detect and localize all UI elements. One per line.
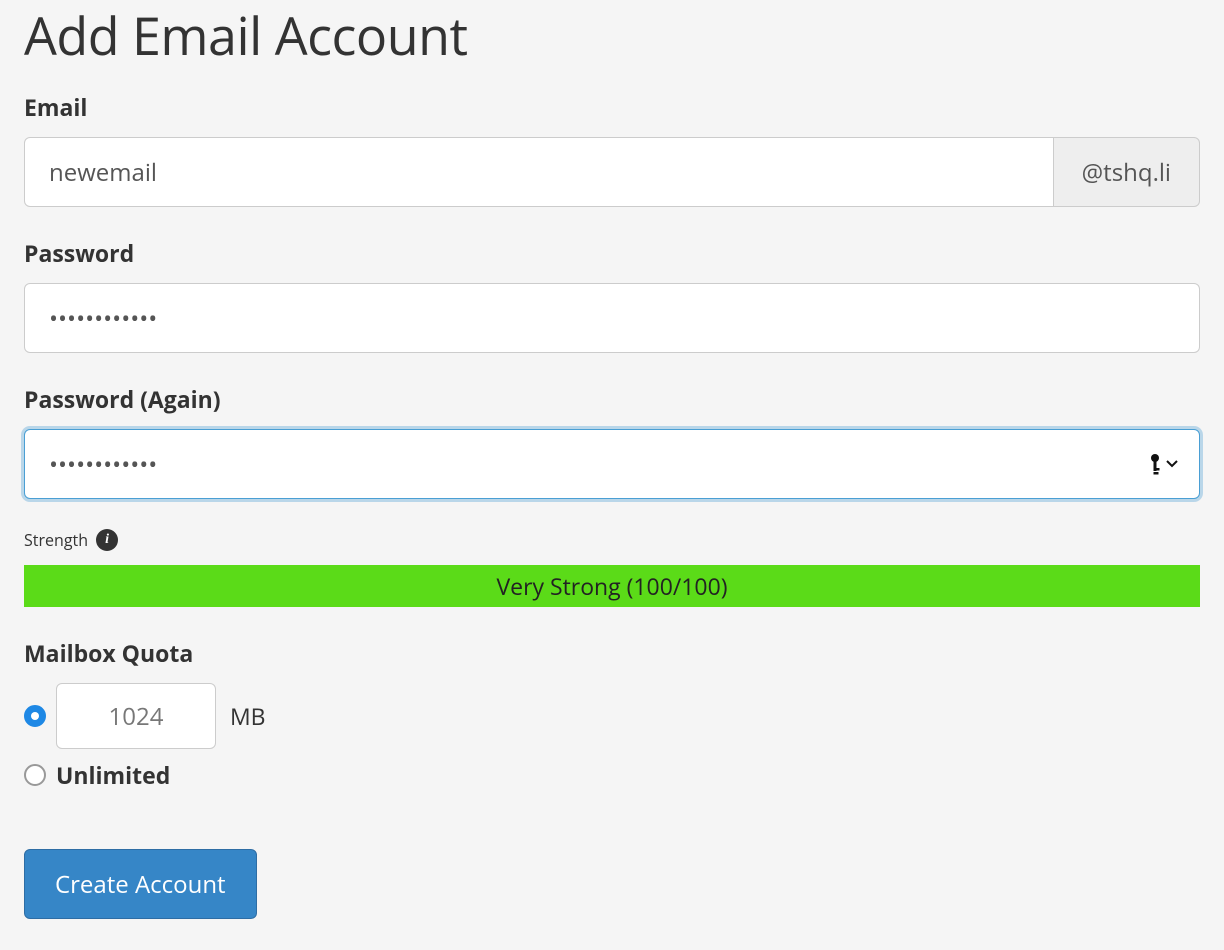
quota-unlimited-radio[interactable] xyxy=(24,764,46,786)
password-again-group: Password (Again) xyxy=(24,383,1200,499)
create-account-button[interactable]: Create Account xyxy=(24,849,257,919)
page-title: Add Email Account xyxy=(24,0,1200,71)
quota-fixed-row: MB xyxy=(24,683,1200,749)
info-icon[interactable]: i xyxy=(96,529,118,551)
quota-unit-label: MB xyxy=(230,700,266,732)
quota-unlimited-row: Unlimited xyxy=(24,759,1200,791)
strength-bar: Very Strong (100/100) xyxy=(24,565,1200,607)
strength-label: Strength xyxy=(24,529,88,551)
quota-unlimited-label: Unlimited xyxy=(56,759,170,791)
email-group: Email @tshq.li xyxy=(24,91,1200,207)
password-group: Password xyxy=(24,237,1200,353)
password-again-label: Password (Again) xyxy=(24,383,1200,415)
password-label: Password xyxy=(24,237,1200,269)
quota-value-input[interactable] xyxy=(56,683,216,749)
quota-label: Mailbox Quota xyxy=(24,637,1200,669)
quota-group: Mailbox Quota MB Unlimited xyxy=(24,637,1200,791)
password-again-input[interactable] xyxy=(24,429,1200,499)
email-input[interactable] xyxy=(24,137,1054,207)
email-label: Email xyxy=(24,91,1200,123)
quota-fixed-radio[interactable] xyxy=(24,705,46,727)
email-input-group: @tshq.li xyxy=(24,137,1200,207)
email-domain-suffix: @tshq.li xyxy=(1054,137,1200,207)
password-input[interactable] xyxy=(24,283,1200,353)
strength-group: Strength i Very Strong (100/100) xyxy=(24,529,1200,607)
